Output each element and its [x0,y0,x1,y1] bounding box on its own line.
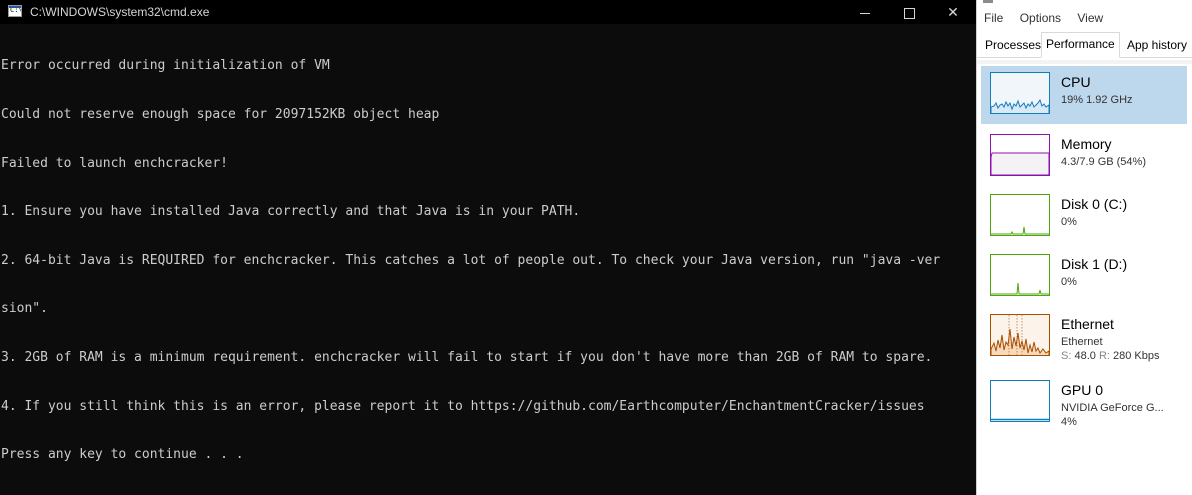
maximize-icon [903,7,915,19]
perf-item-value: 4.3/7.9 GB (54%) [1061,156,1146,168]
maximize-button[interactable] [886,0,932,24]
disk-1-graph [990,254,1050,296]
tab-processes[interactable]: Processes [982,34,1044,58]
perf-item-gpu-0[interactable]: GPU 0 NVIDIA GeForce G... 4% [981,374,1187,432]
window-title: C:\WINDOWS\system32\cmd.exe [30,5,210,19]
perf-item-usage: 4% [1061,416,1077,428]
send-value: 48.0 [1074,350,1096,362]
console-line: Could not reserve enough space for 20971… [1,107,440,122]
console-line: 1. Ensure you have installed Java correc… [1,204,581,220]
cmd-window[interactable]: C:\ C:\WINDOWS\system32\cmd.exe ✕ Error … [0,0,976,495]
close-button[interactable]: ✕ [930,0,976,24]
sidebar-scroll-area [977,60,1192,64]
menu-bar: File Options View [984,11,1116,25]
cpu-graph-line [991,98,1049,113]
perf-item-memory[interactable]: Memory 4.3/7.9 GB (54%) [981,128,1187,186]
perf-item-name: Disk 0 (C:) [1061,196,1128,212]
menu-options[interactable]: Options [1020,11,1061,25]
memory-graph [990,134,1050,176]
perf-item-value: NVIDIA GeForce G... [1061,402,1164,414]
cmd-titlebar[interactable]: C:\ C:\WINDOWS\system32\cmd.exe ✕ [0,0,976,24]
minimize-icon [860,12,870,14]
perf-item-name: Disk 1 (D:) [1061,256,1128,272]
close-icon: ✕ [947,4,959,20]
disk-1-graph-line [991,282,1049,295]
perf-item-throughput: S: 48.0 R: 280 Kbps [1061,350,1160,362]
console-line: Error occurred during initialization of … [1,58,330,74]
perf-item-disk-0[interactable]: Disk 0 (C:) 0% [981,188,1187,246]
console-scrollbar[interactable] [968,24,976,495]
perf-item-disk-1[interactable]: Disk 1 (D:) 0% [981,248,1187,306]
perf-item-value: Ethernet [1061,336,1103,348]
cpu-graph [990,72,1050,114]
perf-item-value: 0% [1061,216,1077,228]
perf-item-name: GPU 0 [1061,382,1104,398]
minimize-button[interactable] [842,0,888,24]
receive-value: 280 Kbps [1113,350,1160,362]
menu-file[interactable]: File [984,11,1003,25]
console-line: Failed to launch enchcracker! [1,155,228,171]
gpu-graph-line [991,418,1049,421]
task-manager-window[interactable]: File Options View Processes Performance … [976,0,1192,495]
ethernet-graph-line [991,315,1049,355]
tab-app-history[interactable]: App history [1124,34,1190,58]
ethernet-graph [990,314,1050,356]
gpu-graph [990,380,1050,422]
perf-item-name: Ethernet [1061,316,1114,332]
cmd-app-icon: C:\ [8,5,22,17]
tab-bar: Processes Performance App history [977,31,1192,58]
console-line: sion". [1,301,48,317]
tab-performance[interactable]: Performance [1041,32,1120,58]
window-edge [983,0,993,3]
perf-item-cpu[interactable]: CPU 19% 1.92 GHz [981,66,1187,124]
perf-item-ethernet[interactable]: Ethernet Ethernet S: 48.0 R: 280 Kbps [981,308,1187,366]
menu-view[interactable]: View [1077,11,1103,25]
disk-0-graph [990,194,1050,236]
console-line: 3. 2GB of RAM is a minimum requirement. … [1,349,933,365]
perf-item-value: 0% [1061,276,1077,288]
send-label: S: [1061,350,1072,362]
perf-item-name: Memory [1061,136,1112,152]
receive-label: R: [1098,350,1110,362]
perf-item-name: CPU [1061,74,1091,90]
console-output[interactable]: Error occurred during initialization of … [1,26,969,486]
disk-0-graph-line [991,226,1049,235]
perf-item-value: 19% 1.92 GHz [1061,94,1133,106]
console-line: 2. 64-bit Java is REQUIRED for enchcrack… [1,252,941,268]
console-line: Press any key to continue . . . [1,447,244,463]
console-line: 4. If you still think this is an error, … [1,398,925,414]
memory-graph-area [991,152,1049,175]
